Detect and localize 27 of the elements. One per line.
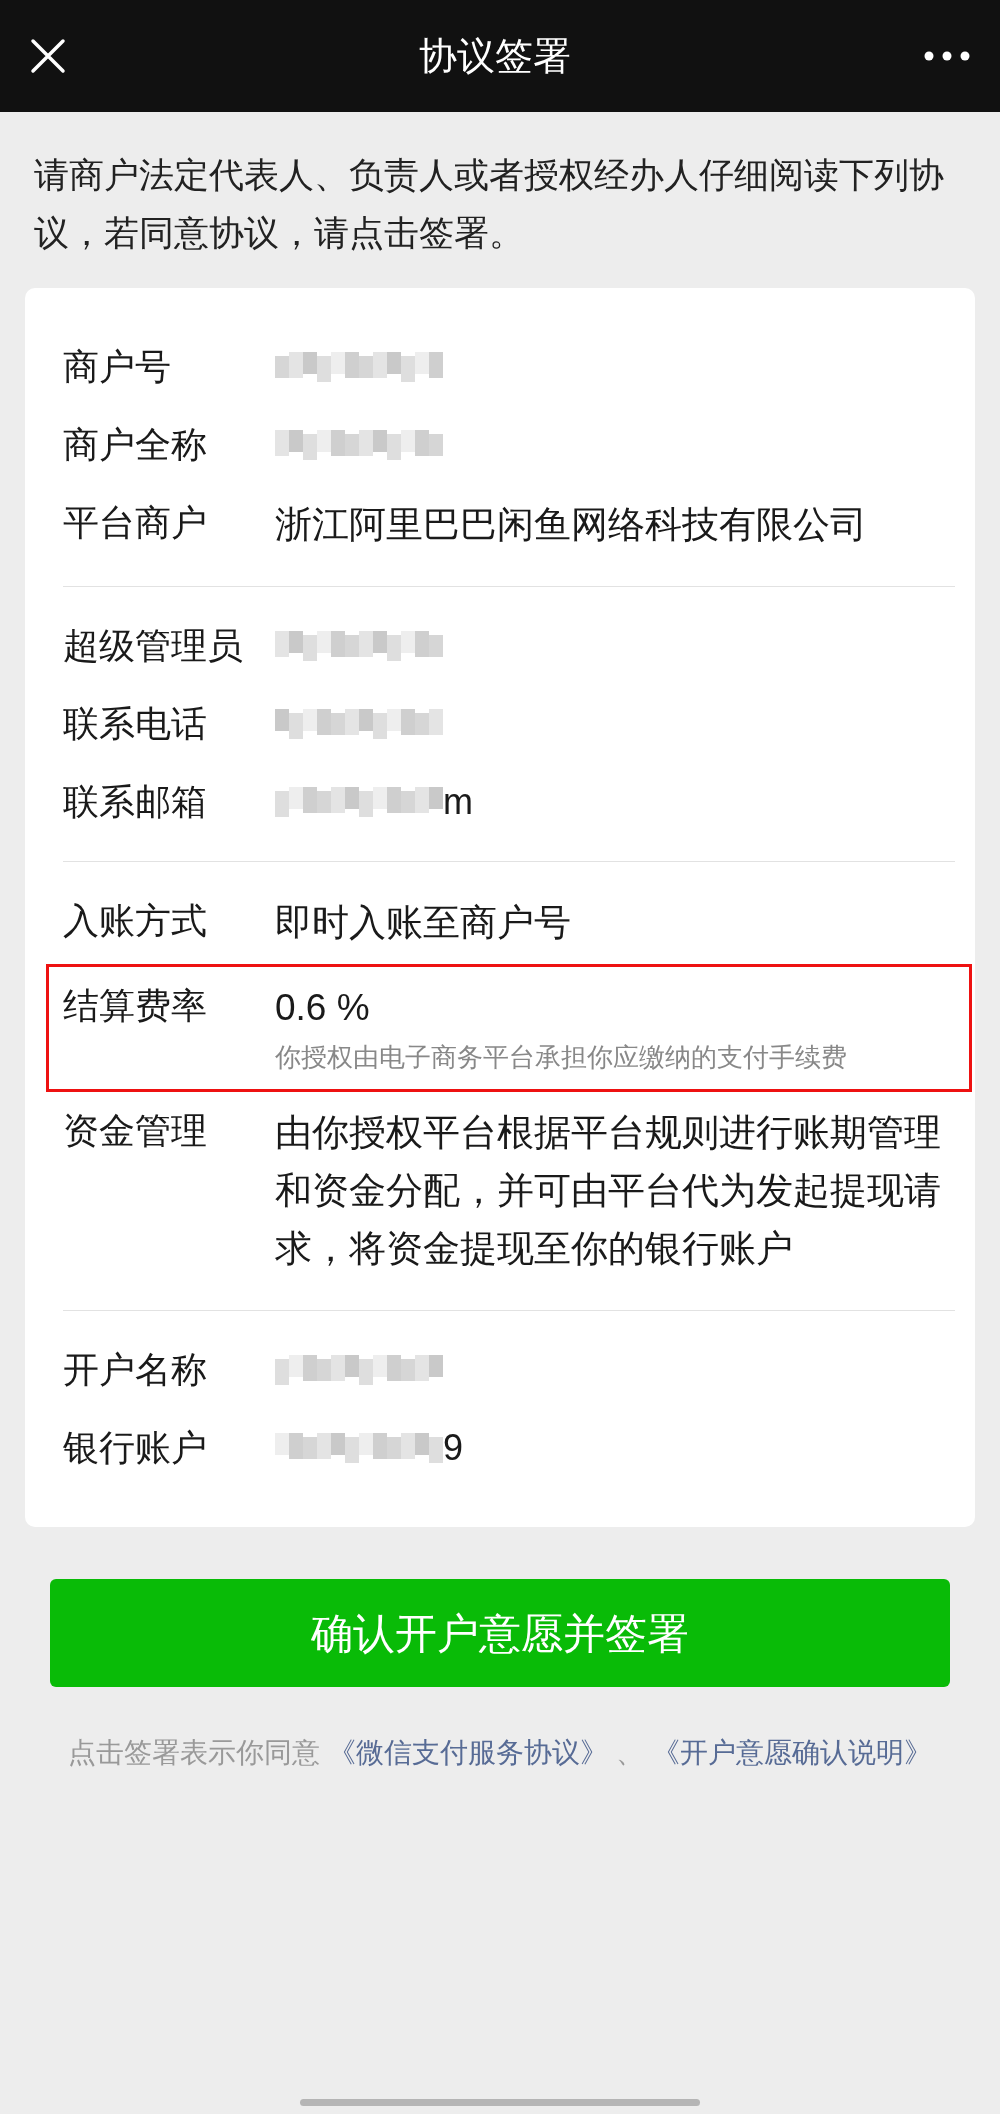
intro-text: 请商户法定代表人、负责人或者授权经办人仔细阅读下列协议，若同意协议，请点击签署。: [33, 154, 945, 254]
field-value: 0.6 %: [275, 986, 370, 1030]
agreement-link[interactable]: 《微信支付服务协议》: [328, 1737, 609, 1768]
confirm-sign-button[interactable]: 确认开户意愿并签署: [50, 1579, 950, 1687]
field-label: 超级管理员: [63, 624, 244, 668]
field-label: 银行账户: [63, 1426, 208, 1470]
agreement-link[interactable]: 《开户意愿确认说明》: [651, 1737, 932, 1768]
field-note: 你授权由电子商务平台承担你应缴纳的支付手续费: [275, 1041, 848, 1074]
field-label: 商户全称: [63, 423, 208, 467]
field-value: 由你授权平台根据平台规则进行账期管理和资金分配，并可由平台代为发起提现请求，将资金提现至你的银行账户: [275, 1111, 942, 1271]
field-label: 联系邮箱: [63, 780, 208, 824]
field-label: 资金管理: [63, 1109, 208, 1153]
field-label: 结算费率: [63, 984, 208, 1028]
field-label: 入账方式: [63, 899, 208, 943]
field-value: 9: [443, 1426, 464, 1470]
field-value: m: [443, 780, 473, 824]
field-label: 平台商户: [63, 501, 208, 545]
more-icon[interactable]: [924, 51, 970, 61]
field-value: 浙江阿里巴巴闲鱼网络科技有限公司: [275, 503, 867, 547]
field-label: 开户名称: [63, 1348, 208, 1392]
separator-text: 、: [614, 1737, 645, 1768]
agreement-note: 点击签署表示你同意: [68, 1737, 322, 1768]
page-title: 协议签署: [419, 33, 571, 79]
field-label: 联系电话: [63, 702, 208, 746]
field-value: 即时入账至商户号: [275, 901, 571, 945]
close-icon[interactable]: [30, 38, 66, 74]
field-label: 商户号: [63, 345, 172, 389]
